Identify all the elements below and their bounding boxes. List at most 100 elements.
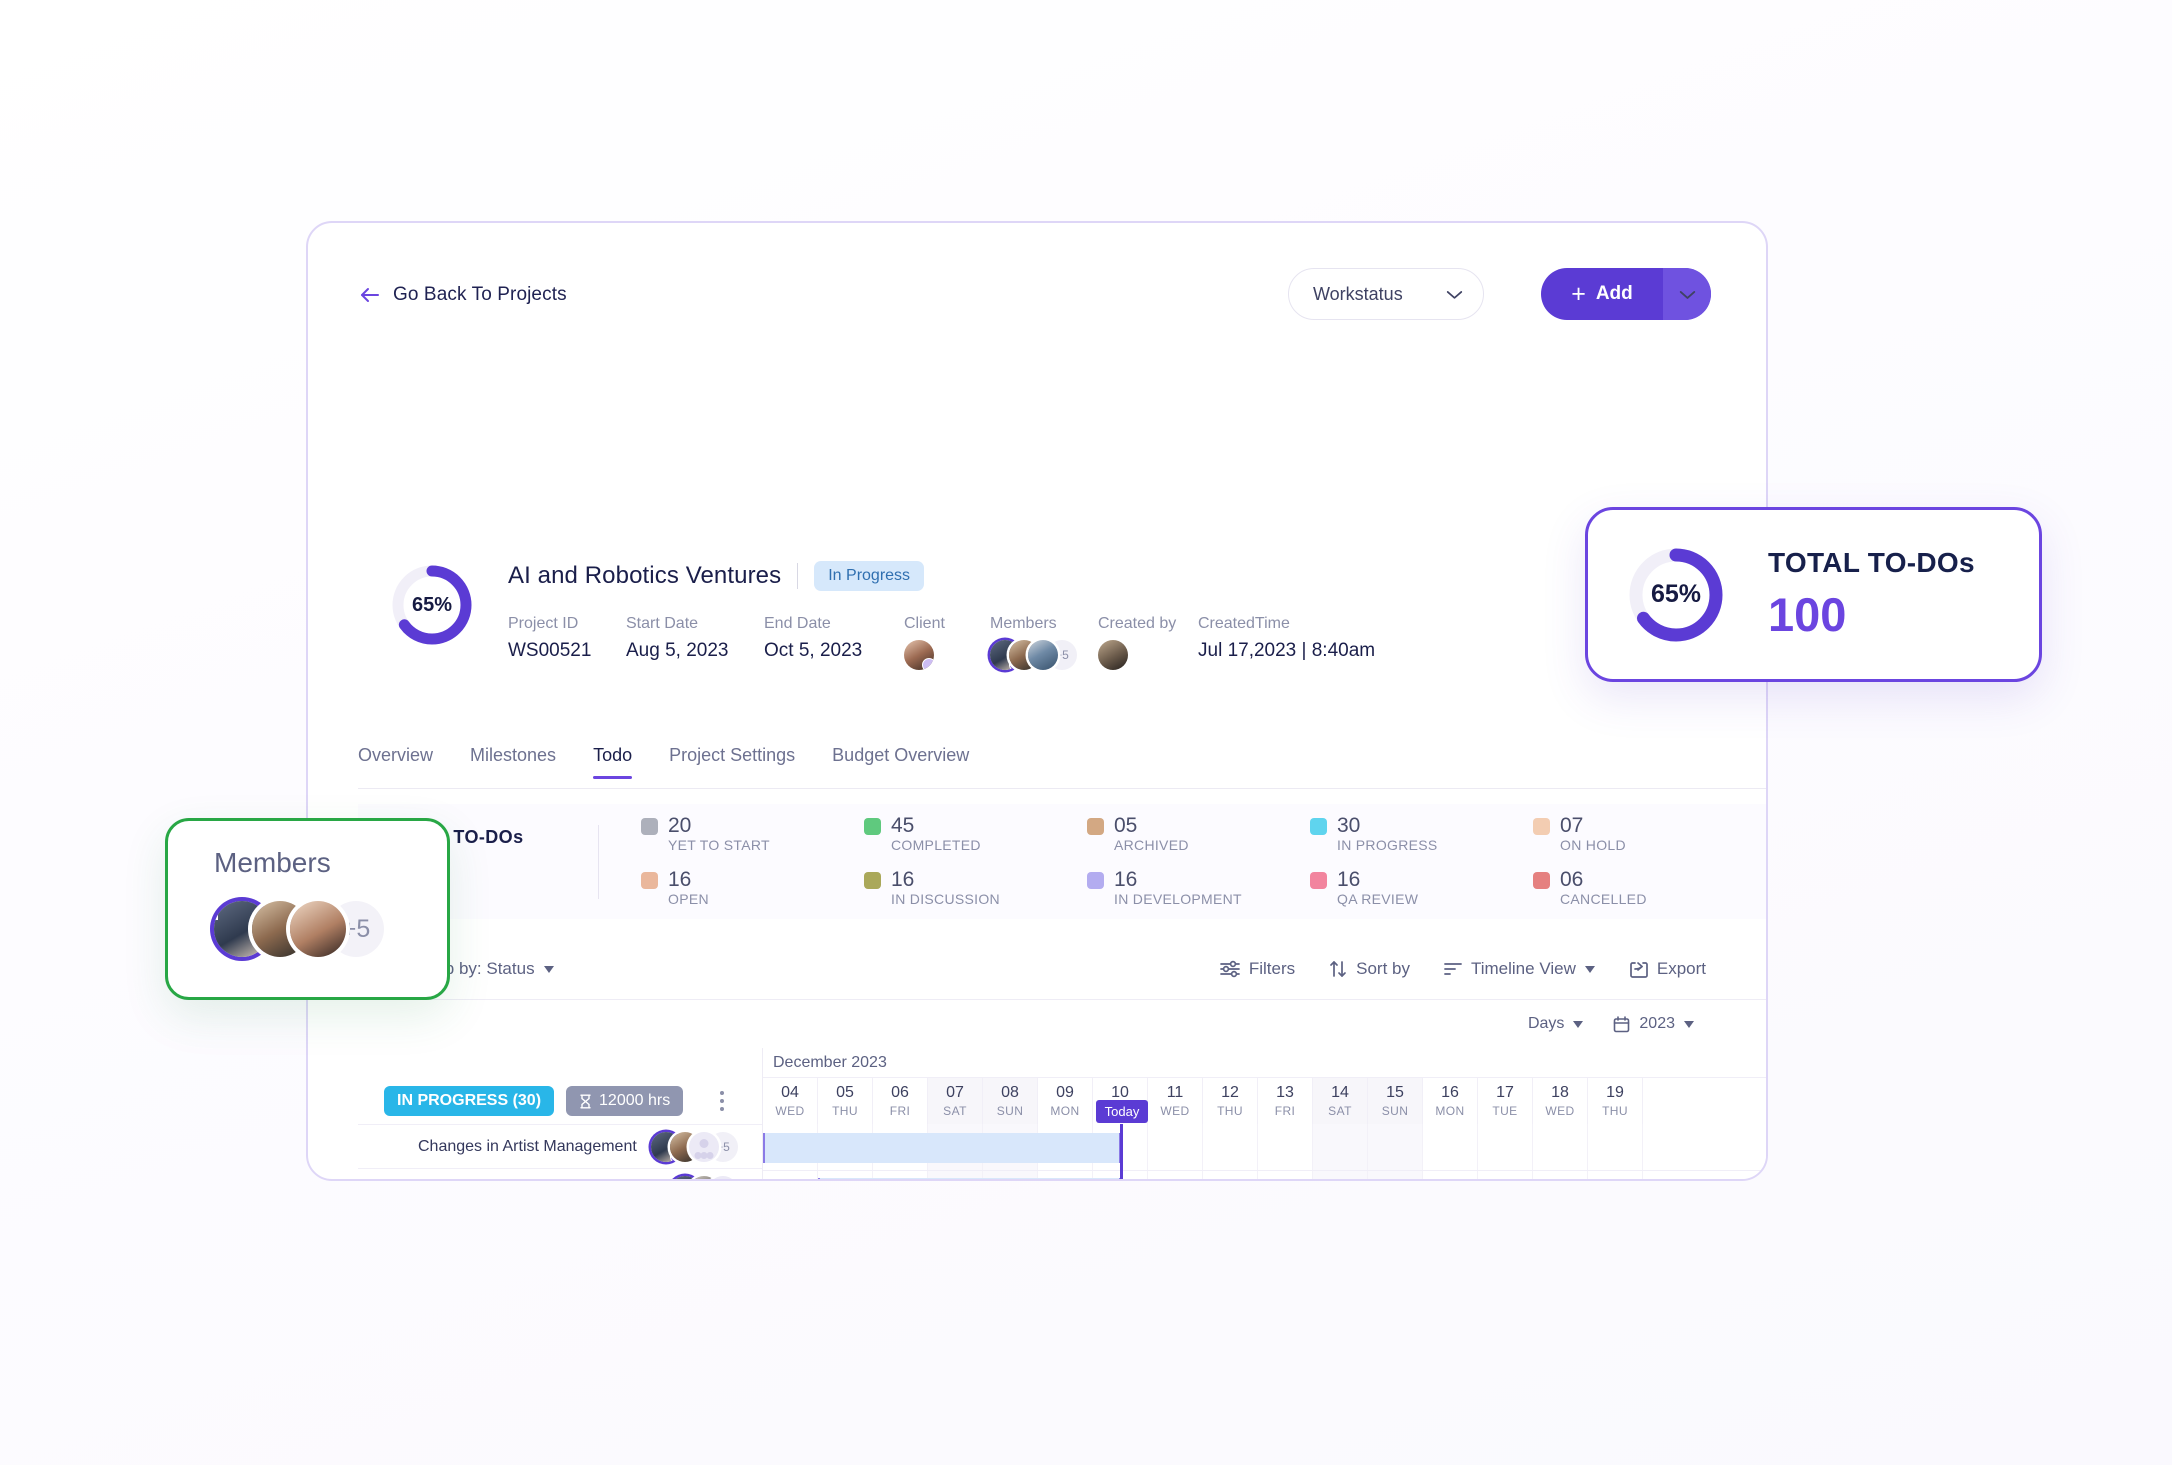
day-weekday: WED (1545, 1104, 1575, 1118)
gantt-task-bar[interactable] (818, 1178, 1121, 1179)
status-stat-text: 45 COMPLETED (891, 815, 981, 855)
task-assignee-stack[interactable] (670, 1175, 738, 1179)
gantt-day-cell: 05 THU (818, 1078, 873, 1124)
chevron-down-icon (1684, 1020, 1694, 1028)
days-scale-selector[interactable]: Days (1527, 1015, 1584, 1033)
client-avatar[interactable] (904, 640, 934, 670)
gantt-day-cell: 15 SUN (1368, 1078, 1423, 1124)
todo-toolbar: Group by: Status Filters Sort by Timelin… (358, 939, 1766, 999)
project-title-row: AI and Robotics Ventures In Progress (508, 561, 925, 591)
progress-percent-label: 65% (411, 593, 453, 616)
add-button[interactable]: + Add (1541, 268, 1663, 320)
filters-label: Filters (1248, 959, 1296, 978)
gantt-task-bar[interactable] (763, 1133, 1121, 1163)
timeline-view-control[interactable]: Timeline View (1444, 959, 1595, 979)
gantt-day-cell: 09 MON (1038, 1078, 1093, 1124)
workstatus-dropdown[interactable]: Workstatus (1288, 268, 1484, 320)
gantt-day-cell: 13 FRI (1258, 1078, 1313, 1124)
days-selector-label: Days (1527, 1015, 1565, 1032)
export-button[interactable]: Export (1629, 959, 1706, 979)
created-by-avatar[interactable] (1098, 640, 1128, 670)
gantt-day-cell: 18 WED (1533, 1078, 1588, 1124)
day-number: 05 (836, 1084, 854, 1101)
export-icon (1630, 961, 1648, 978)
day-weekday: SUN (1381, 1104, 1409, 1118)
meta-project-id: Project ID WS00521 (508, 615, 626, 662)
tab-todo[interactable]: Todo (593, 745, 633, 779)
status-stat-text: 16 OPEN (668, 869, 709, 909)
verified-badge-icon (922, 658, 934, 670)
gantt-day-cell: 14 SAT (1313, 1078, 1368, 1124)
group-more-options-button[interactable] (720, 1091, 724, 1111)
filters-button[interactable]: Filters (1219, 959, 1296, 979)
project-tabs[interactable]: Overview Milestones Todo Project Setting… (358, 745, 969, 779)
status-count: 07 (1560, 813, 1584, 837)
add-button-group[interactable]: + Add (1541, 268, 1711, 320)
status-count: 30 (1337, 813, 1361, 837)
day-weekday: SAT (1328, 1104, 1352, 1118)
status-color-swatch (641, 871, 658, 889)
add-dropdown-toggle[interactable] (1663, 268, 1711, 320)
chevron-down-icon (1679, 290, 1695, 299)
meta-members: Members +5 (990, 615, 1098, 670)
status-stat: 16 IN DEVELOPMENT (1087, 869, 1310, 909)
year-selector[interactable]: 2023 (1613, 1015, 1694, 1033)
callout-total-todos-value: 100 (1768, 588, 1847, 641)
group-hours-badge: 12000 hrs (566, 1086, 684, 1116)
go-back-to-projects-link[interactable]: Go Back To Projects (358, 283, 567, 307)
meta-value: Jul 17,2023 | 8:40am (1198, 640, 1376, 661)
gantt-task-list: IN PROGRESS (30) 12000 hrs Changes in Ar… (358, 1048, 762, 1179)
callout-members: Members +5 (165, 818, 450, 1000)
avatar-placeholder[interactable] (689, 1131, 719, 1162)
sort-icon (1330, 961, 1346, 977)
status-stat: 20 YET TO START (641, 815, 864, 855)
gantt-day-cell: 06 FRI (873, 1078, 928, 1124)
tab-project-settings[interactable]: Project Settings (669, 745, 795, 779)
status-color-swatch (1533, 817, 1550, 835)
today-marker-label: Today (1096, 1100, 1148, 1123)
callout-members-label: Members (214, 847, 331, 878)
tab-budget-overview[interactable]: Budget Overview (832, 745, 969, 779)
gantt-bar-row (763, 1124, 1766, 1170)
status-stat: 30 IN PROGRESS (1310, 815, 1533, 855)
status-stat: 16 IN DISCUSSION (864, 869, 1087, 909)
meta-label: End Date (764, 615, 831, 632)
status-caption: ARCHIVED (1114, 836, 1189, 853)
avatar[interactable] (290, 901, 346, 957)
calendar-icon (1614, 1015, 1630, 1032)
sort-by-button[interactable]: Sort by (1329, 959, 1410, 979)
meta-created-time: CreatedTime Jul 17,2023 | 8:40am (1198, 615, 1375, 662)
status-stat: 06 CANCELLED (1533, 869, 1756, 909)
tab-overview[interactable]: Overview (358, 745, 433, 779)
task-name-rows: Changes in Artist Management +5 HC - Onlin… (358, 1124, 762, 1179)
tab-milestones[interactable]: Milestones (470, 745, 556, 779)
avatar[interactable] (1028, 640, 1058, 670)
member-avatar-stack[interactable]: +5 (990, 640, 1098, 670)
status-caption: IN DISCUSSION (891, 890, 1000, 907)
status-count: 16 (1114, 867, 1138, 891)
screenshot-stage: Go Back To Projects Workstatus + Add 65%… (0, 0, 2172, 1465)
day-weekday: FRI (889, 1104, 911, 1118)
status-caption: CANCELLED (1560, 890, 1647, 907)
avatar-placeholder[interactable] (708, 1175, 738, 1179)
status-color-swatch (1087, 871, 1104, 889)
gantt-day-cell: 07 SAT (928, 1078, 983, 1124)
sort-by-label: Sort by (1356, 959, 1410, 978)
task-assignee-stack[interactable]: +5 (651, 1131, 738, 1162)
callout-member-avatars[interactable]: +5 (214, 901, 447, 957)
day-number: 04 (781, 1084, 799, 1101)
task-row[interactable]: HC - Online Checkout Rprehendees... (358, 1168, 762, 1179)
day-weekday: THU (832, 1104, 858, 1118)
timeline-view-icon (1444, 963, 1462, 975)
meta-label: Created by (1098, 615, 1177, 632)
status-color-swatch (864, 871, 881, 889)
status-caption: QA REVIEW (1337, 890, 1419, 907)
day-number: 09 (1056, 1084, 1074, 1101)
gantt-day-cell: 11 WED (1148, 1078, 1203, 1124)
task-row[interactable]: Changes in Artist Management +5 (358, 1124, 762, 1168)
back-link-label: Go Back To Projects (393, 284, 567, 305)
day-weekday: FRI (1274, 1104, 1296, 1118)
status-stat: 05 ARCHIVED (1087, 815, 1310, 855)
status-stat: 45 COMPLETED (864, 815, 1087, 855)
kebab-dot (720, 1091, 724, 1095)
